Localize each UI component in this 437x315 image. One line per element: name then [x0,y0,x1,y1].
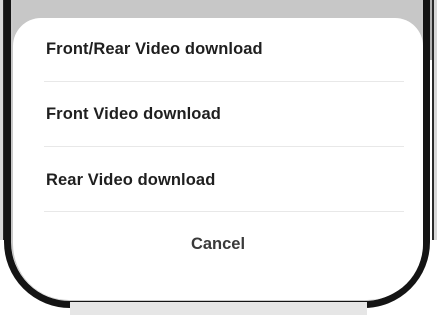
screen: Front/Rear Video download Front Video do… [0,0,437,315]
device-edge-right [432,0,437,240]
device-bottom-edge [70,302,367,315]
rear-video-download-option[interactable]: Rear Video download [46,171,406,190]
cancel-button[interactable]: Cancel [13,235,423,254]
divider [44,81,404,82]
divider [44,146,404,147]
front-video-download-option[interactable]: Front Video download [46,105,406,124]
download-action-sheet: Front/Rear Video download Front Video do… [13,18,423,300]
divider [44,211,404,212]
front-rear-video-download-option[interactable]: Front/Rear Video download [46,40,406,59]
